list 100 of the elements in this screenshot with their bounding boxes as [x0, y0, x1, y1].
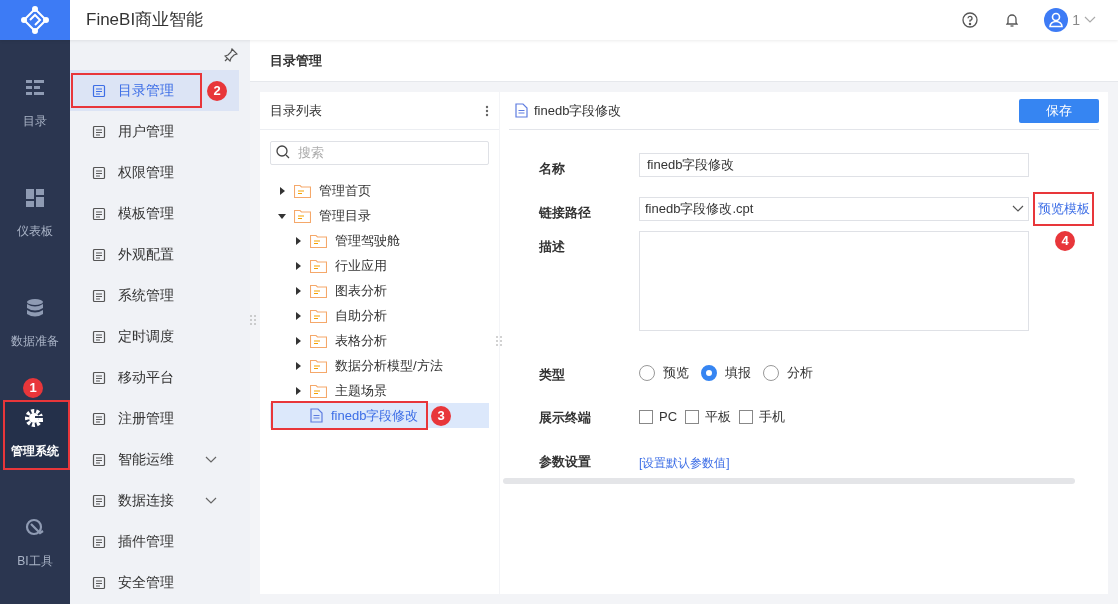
tree-label: 主题场景 — [335, 381, 387, 400]
rail-item[interactable]: 目录 — [0, 70, 70, 140]
rail-item[interactable]: 仪表板 — [0, 180, 70, 250]
user-name[interactable]: 1 — [1072, 9, 1080, 31]
menu-item[interactable]: 数据连接 — [70, 480, 239, 521]
bell-icon[interactable] — [1004, 12, 1021, 28]
radio-label: 填报 — [725, 364, 751, 382]
folder-icon — [310, 308, 327, 323]
tree-label: 表格分析 — [335, 331, 387, 350]
folder-icon — [310, 258, 327, 273]
menu-item[interactable]: 安全管理 — [70, 562, 239, 603]
menu-label: 注册管理 — [118, 409, 175, 428]
menu-item[interactable]: 移动平台 — [70, 357, 239, 398]
tree-item[interactable]: 管理驾驶舱 — [270, 228, 489, 253]
menu-item[interactable]: 外观配置 — [70, 234, 239, 275]
name-field[interactable]: finedb字段修改 — [639, 153, 1029, 177]
panel-title: 目录列表 — [270, 101, 323, 120]
menu-label: 目录管理 — [118, 81, 175, 100]
menu-item[interactable]: 智能运维 — [70, 439, 239, 480]
rail-label: 管理系统 — [11, 443, 59, 460]
more-icon[interactable] — [485, 104, 489, 117]
document-icon — [515, 103, 528, 118]
chevron-icon[interactable] — [205, 496, 217, 505]
field-label: 类型 — [539, 366, 566, 384]
tree-item[interactable]: 管理目录 — [270, 203, 489, 228]
search-field[interactable]: 搜索 — [270, 140, 489, 165]
folder-icon — [310, 383, 327, 398]
expand-arrow-icon[interactable] — [294, 236, 302, 245]
folder-icon — [310, 358, 327, 373]
menu-item[interactable]: 插件管理 — [70, 521, 239, 562]
expand-arrow-icon[interactable] — [294, 261, 302, 270]
save-button[interactable]: 保存 — [1019, 98, 1099, 123]
menu-label: 插件管理 — [118, 532, 175, 551]
tree-label: finedb字段修改 — [331, 406, 419, 425]
expand-arrow-icon[interactable] — [278, 186, 286, 195]
tree-item[interactable]: 数据分析模型/方法 — [270, 353, 489, 378]
path-dropdown[interactable]: finedb字段修改.cpt — [639, 197, 1029, 221]
tree-item[interactable]: finedb字段修改 — [270, 403, 428, 428]
help-icon[interactable] — [962, 12, 979, 28]
menu-item[interactable]: 模板管理 — [70, 193, 239, 234]
menu-label: 用户管理 — [118, 122, 175, 141]
rail-item[interactable]: 数据准备 — [0, 290, 70, 360]
tree-item[interactable]: 表格分析 — [270, 328, 489, 353]
field-label: 链接路径 — [539, 204, 592, 222]
menu-label: 智能运维 — [118, 450, 175, 469]
tree-item[interactable]: 主题场景 — [270, 378, 489, 403]
expand-arrow-icon[interactable] — [294, 361, 302, 370]
folder-icon — [310, 233, 327, 248]
menu-item-icon — [92, 411, 106, 426]
expand-arrow-icon[interactable] — [294, 336, 302, 345]
field-label: 名称 — [539, 160, 566, 178]
tree-label: 管理目录 — [319, 206, 371, 225]
tree-item[interactable]: 管理首页 — [270, 178, 489, 203]
checkbox[interactable] — [739, 409, 754, 424]
menu-item-icon — [92, 370, 106, 385]
menu-item[interactable]: 目录管理 — [70, 70, 202, 111]
checkbox[interactable] — [639, 409, 653, 424]
expand-arrow-icon[interactable] — [294, 311, 302, 320]
chevron-icon[interactable] — [205, 455, 217, 464]
drag-handle-icon[interactable] — [496, 335, 502, 347]
document-icon — [310, 408, 323, 423]
tree-label: 自助分析 — [335, 306, 387, 325]
pin-icon[interactable] — [224, 48, 238, 62]
collapse-arrow-icon[interactable] — [278, 211, 286, 220]
checkbox[interactable] — [685, 409, 700, 424]
menu-label: 定时调度 — [118, 327, 175, 346]
database-icon — [25, 298, 45, 318]
expand-arrow-icon[interactable] — [294, 286, 302, 295]
menu-item[interactable]: 用户管理 — [70, 111, 239, 152]
menu-item[interactable]: 权限管理 — [70, 152, 239, 193]
default-params-link[interactable]: [设置默认参数值] — [639, 446, 730, 472]
checkbox-label: 平板 — [705, 408, 732, 426]
tree-item[interactable]: 自助分析 — [270, 303, 489, 328]
menu-item-icon — [92, 452, 106, 467]
drag-handle-icon[interactable] — [250, 314, 256, 326]
callout-badge: 4 — [1055, 231, 1075, 251]
folder-icon — [294, 208, 311, 223]
folder-icon — [294, 183, 311, 198]
rail-item[interactable]: BI工具 — [0, 510, 70, 580]
checkbox-label: 手机 — [759, 408, 786, 426]
rail-item[interactable]: 管理系统 — [0, 400, 70, 470]
folder-icon — [310, 333, 327, 348]
tree-item[interactable]: 图表分析 — [270, 278, 489, 303]
menu-label: 模板管理 — [118, 204, 175, 223]
menu-item[interactable]: 定时调度 — [70, 316, 239, 357]
field-label: 描述 — [539, 238, 566, 256]
menu-item-icon — [92, 83, 106, 98]
tree-item[interactable]: 行业应用 — [270, 253, 489, 278]
radio-button[interactable] — [701, 364, 717, 381]
app-title: FineBI商业智能 — [86, 9, 204, 32]
avatar-icon[interactable] — [1044, 8, 1069, 32]
checkbox-label: PC — [659, 408, 678, 426]
menu-item[interactable]: 注册管理 — [70, 398, 239, 439]
editor-title: finedb字段修改 — [534, 101, 623, 120]
preview-link[interactable]: 预览模板 — [1033, 192, 1094, 226]
description-field[interactable] — [639, 231, 1029, 331]
scrollbar[interactable] — [503, 478, 1075, 484]
rail-label: 目录 — [23, 113, 47, 130]
menu-item[interactable]: 系统管理 — [70, 275, 239, 316]
expand-arrow-icon[interactable] — [294, 386, 302, 395]
